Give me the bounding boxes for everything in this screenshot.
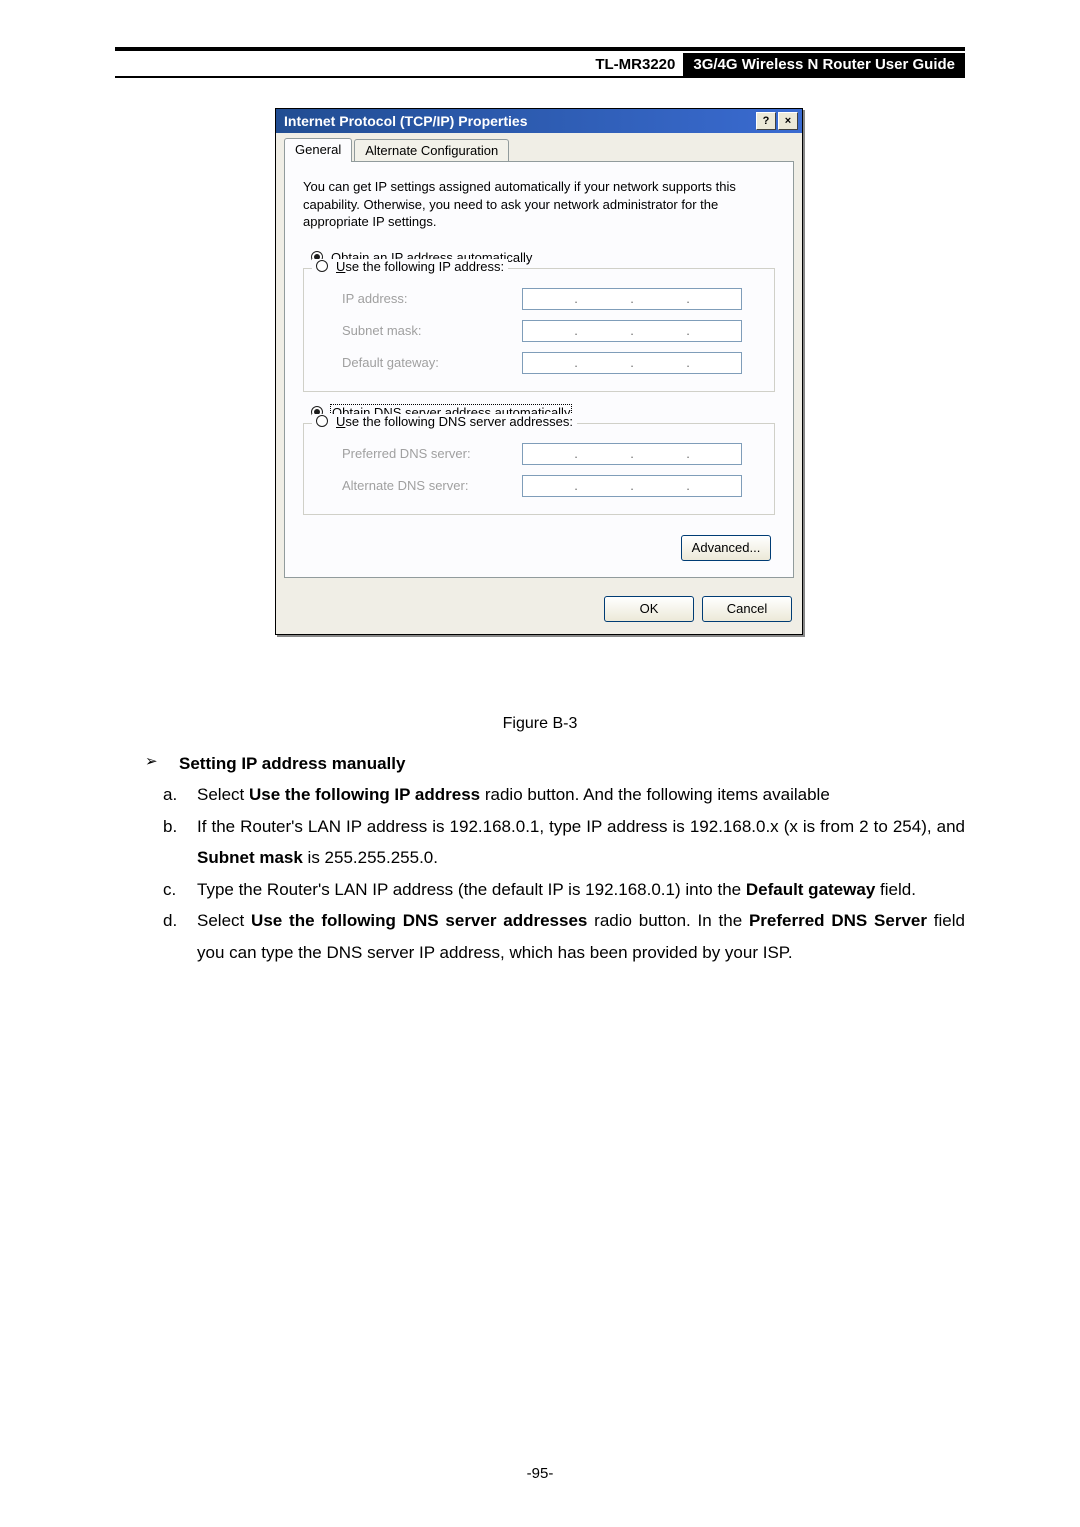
figure-caption: Figure B-3 xyxy=(0,715,1080,733)
advanced-row: Advanced... xyxy=(303,525,775,561)
label-ip-address: IP address: xyxy=(342,291,522,306)
tcpip-properties-dialog: Internet Protocol (TCP/IP) Properties ? … xyxy=(275,108,803,635)
input-default-gateway[interactable]: ... xyxy=(522,352,742,374)
row-subnet-mask: Subnet mask: ... xyxy=(316,315,762,347)
dialog-tabstrip: General Alternate Configuration xyxy=(276,133,802,161)
row-alternate-dns: Alternate DNS server: ... xyxy=(316,470,762,502)
dialog-title: Internet Protocol (TCP/IP) Properties xyxy=(280,113,754,129)
header-model: TL-MR3220 xyxy=(587,53,683,77)
list-marker: a. xyxy=(145,779,197,810)
input-ip-address[interactable]: ... xyxy=(522,288,742,310)
list-marker: b. xyxy=(145,811,197,874)
dialog-button-row: OK Cancel xyxy=(276,586,802,634)
dns-manual-group: Use the following DNS server addresses: … xyxy=(303,423,775,515)
header-title: 3G/4G Wireless N Router User Guide xyxy=(683,53,965,77)
ok-button[interactable]: OK xyxy=(604,596,694,622)
bullet-icon: ➢ xyxy=(145,748,179,779)
tab-general[interactable]: General xyxy=(284,138,352,162)
header-bottom-rule xyxy=(115,76,965,78)
list-marker: d. xyxy=(145,905,197,968)
radio-empty-icon xyxy=(316,415,328,427)
radio-empty-icon xyxy=(316,260,328,272)
label-subnet-mask: Subnet mask: xyxy=(342,323,522,338)
label-alternate-dns: Alternate DNS server: xyxy=(342,478,522,493)
cancel-button[interactable]: Cancel xyxy=(702,596,792,622)
list-item-c: Type the Router's LAN IP address (the de… xyxy=(197,874,965,905)
list-item-a: Select Use the following IP address radi… xyxy=(197,779,965,810)
row-default-gateway: Default gateway: ... xyxy=(316,347,762,379)
list-item-b: If the Router's LAN IP address is 192.16… xyxy=(197,811,965,874)
help-icon[interactable]: ? xyxy=(756,112,776,130)
advanced-button[interactable]: Advanced... xyxy=(681,535,771,561)
input-subnet-mask[interactable]: ... xyxy=(522,320,742,342)
dialog-description: You can get IP settings assigned automat… xyxy=(303,178,775,231)
close-icon[interactable]: × xyxy=(778,112,798,130)
row-preferred-dns: Preferred DNS server: ... xyxy=(316,438,762,470)
ip-manual-group: Use the following IP address: IP address… xyxy=(303,268,775,392)
radio-use-following-ip[interactable]: Use the following IP address: xyxy=(312,259,508,274)
page-header: TL-MR3220 3G/4G Wireless N Router User G… xyxy=(115,53,965,77)
header-top-rule xyxy=(115,47,965,51)
label-preferred-dns: Preferred DNS server: xyxy=(342,446,522,461)
document-content: ➢ Setting IP address manually a. Select … xyxy=(145,748,965,968)
label-default-gateway: Default gateway: xyxy=(342,355,522,370)
list-item-d: Select Use the following DNS server addr… xyxy=(197,905,965,968)
row-ip-address: IP address: ... xyxy=(316,283,762,315)
input-alternate-dns[interactable]: ... xyxy=(522,475,742,497)
tab-alternate-configuration[interactable]: Alternate Configuration xyxy=(354,139,509,161)
section-heading: Setting IP address manually xyxy=(179,754,405,773)
page-number: -95- xyxy=(0,1465,1080,1482)
list-marker: c. xyxy=(145,874,197,905)
radio-use-following-dns[interactable]: Use the following DNS server addresses: xyxy=(312,414,577,429)
dialog-titlebar: Internet Protocol (TCP/IP) Properties ? … xyxy=(276,109,802,133)
input-preferred-dns[interactable]: ... xyxy=(522,443,742,465)
tab-general-body: You can get IP settings assigned automat… xyxy=(284,161,794,578)
